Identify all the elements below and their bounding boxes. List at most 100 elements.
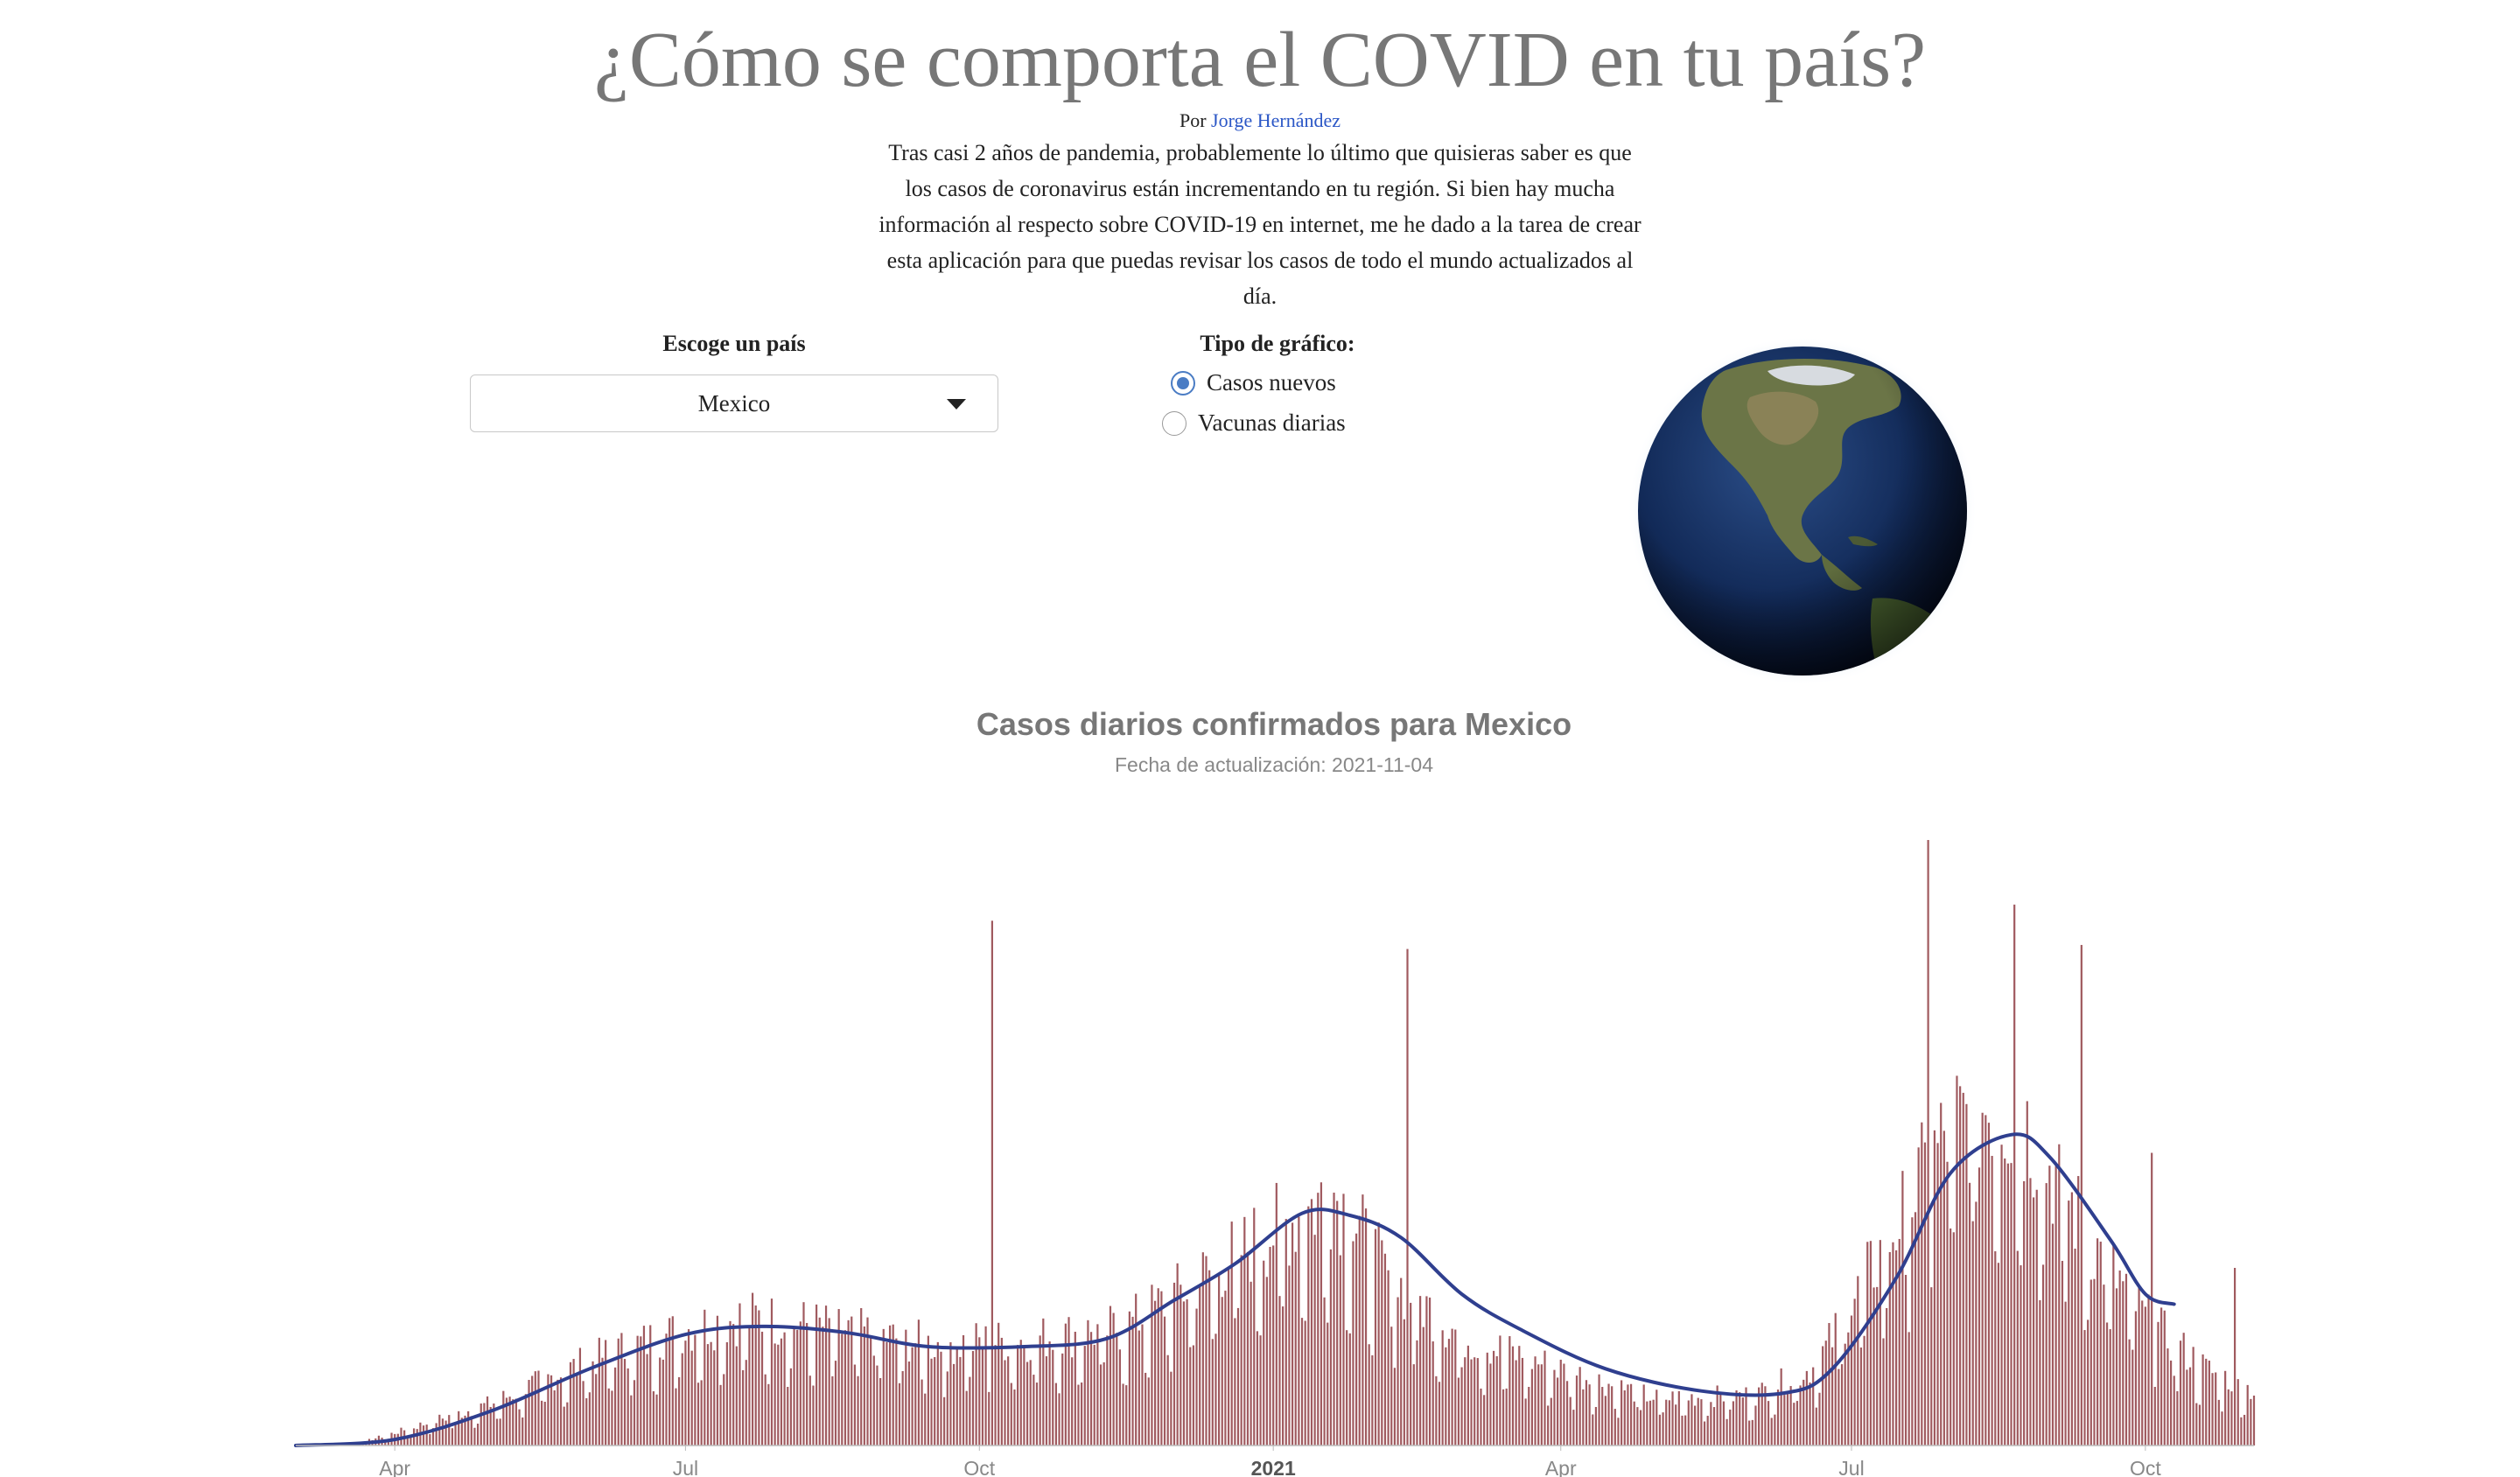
daily-cases-bar (1853, 1298, 1856, 1446)
daily-cases-bar (767, 1383, 770, 1446)
page-title: ¿Cómo se comporta el COVID en tu país? (593, 17, 1927, 103)
daily-cases-bar (1336, 1200, 1339, 1446)
daily-cases-bar (1013, 1389, 1016, 1446)
daily-cases-bar (1540, 1364, 1543, 1446)
daily-cases-bar (1629, 1383, 1633, 1446)
daily-cases-bar (917, 1320, 920, 1446)
daily-cases-bar (626, 1368, 629, 1446)
daily-cases-bar (1604, 1396, 1606, 1446)
daily-cases-bar (642, 1326, 646, 1446)
daily-cases-bar (1971, 1221, 1974, 1446)
daily-cases-bar (1307, 1206, 1310, 1446)
daily-cases-bar (1923, 1142, 1927, 1446)
daily-cases-bar (1364, 1208, 1368, 1446)
daily-cases-bar (1153, 1300, 1157, 1446)
daily-cases-bar (1866, 1242, 1869, 1446)
daily-cases-bar (876, 1365, 878, 1446)
daily-cases-bar (1109, 1306, 1112, 1446)
daily-cases-bar (1045, 1356, 1048, 1446)
daily-cases-bar (1102, 1362, 1105, 1446)
daily-cases-bar (553, 1390, 556, 1446)
daily-cases-bar (1780, 1368, 1782, 1446)
daily-cases-bar (522, 1417, 524, 1446)
daily-cases-bar (607, 1388, 610, 1446)
daily-cases-bar (2039, 1299, 2041, 1446)
daily-cases-bar (802, 1302, 805, 1446)
daily-cases-bar (1004, 1360, 1006, 1446)
daily-cases-bar (2144, 1306, 2146, 1446)
daily-cases-bar (793, 1326, 795, 1446)
daily-cases-bar (764, 1374, 766, 1446)
daily-cases-bar (2202, 1354, 2204, 1446)
radio-vacunas-diarias-label: Vacunas diarias (1198, 410, 1346, 436)
daily-cases-bar (2252, 1395, 2256, 1446)
daily-cases-bar (1789, 1386, 1792, 1446)
daily-cases-bar (962, 1334, 965, 1446)
daily-cases-bar (1646, 1401, 1648, 1446)
daily-cases-bar (2058, 1144, 2061, 1446)
daily-cases-bar (2016, 1250, 2019, 1446)
radio-casos-nuevos[interactable]: Casos nuevos (1171, 369, 1336, 396)
daily-cases-bar (1984, 1115, 1987, 1446)
daily-cases-bar (1892, 1242, 1894, 1446)
daily-cases-bar (1838, 1368, 1840, 1446)
daily-cases-bar (1722, 1401, 1726, 1446)
daily-cases-bar (853, 1364, 857, 1446)
daily-cases-bar (949, 1342, 952, 1446)
daily-cases-bar (2224, 1370, 2227, 1446)
daily-cases-bar (1828, 1323, 1830, 1446)
daily-cases-bar (729, 1320, 732, 1446)
ticks-layer: Apr Jul Oct 2021 Apr Jul Oct (379, 1446, 2161, 1477)
daily-cases-bar (1627, 1384, 1629, 1446)
daily-cases-bar (1275, 1182, 1278, 1446)
daily-cases-bar (2182, 1333, 2185, 1446)
daily-cases-bar (2070, 1192, 2073, 1446)
daily-cases-bar (454, 1424, 457, 1446)
daily-cases-bar (1128, 1311, 1130, 1446)
author-link[interactable]: Jorge Hernández (1211, 109, 1340, 131)
country-select[interactable]: Mexico (470, 374, 998, 432)
daily-cases-bar (1400, 1278, 1403, 1446)
radio-vacunas-diarias[interactable]: Vacunas diarias (1162, 410, 1346, 437)
daily-cases-bar (1611, 1386, 1614, 1446)
daily-cases-bar (1739, 1392, 1741, 1446)
daily-cases-bar (1438, 1382, 1441, 1446)
daily-cases-bar (1760, 1382, 1763, 1446)
daily-cases-bar (1940, 1102, 1942, 1446)
daily-cases-bar (1170, 1371, 1172, 1446)
daily-cases-bar (531, 1376, 534, 1446)
daily-cases-bar (1058, 1393, 1060, 1446)
chart-subtitle: Fecha de actualización: 2021-11-04 (1115, 753, 1433, 776)
radio-unselected-icon[interactable] (1162, 410, 1186, 436)
daily-cases-bar (1278, 1296, 1281, 1446)
daily-cases-bar (1358, 1215, 1361, 1446)
daily-cases-bar (1652, 1399, 1655, 1446)
daily-cases-bar (2074, 1249, 2076, 1446)
radio-selected-icon[interactable] (1171, 370, 1195, 396)
daily-cases-bar (799, 1321, 802, 1446)
daily-cases-bar (956, 1348, 958, 1446)
daily-cases-bar (2032, 1197, 2035, 1446)
daily-cases-bar (1195, 1308, 1198, 1446)
daily-cases-bar (1901, 1171, 1904, 1446)
x-tick-label: Jul (1838, 1457, 1864, 1477)
daily-cases-bar (528, 1380, 530, 1446)
daily-cases-bar (537, 1370, 540, 1446)
daily-cases-bar (640, 1336, 642, 1446)
daily-cases-bar (1818, 1392, 1821, 1446)
daily-cases-bar (2160, 1307, 2163, 1446)
daily-cases-bar (2093, 1278, 2096, 1446)
daily-cases-bar (870, 1337, 872, 1446)
daily-cases-bar (2124, 1273, 2128, 1446)
daily-cases-bar (1879, 1240, 1881, 1446)
daily-cases-bar (984, 1326, 987, 1446)
daily-cases-bar (1544, 1350, 1546, 1446)
daily-cases-bar (1240, 1255, 1242, 1446)
daily-cases-bar (2169, 1360, 2173, 1446)
daily-cases-bar (1342, 1194, 1345, 1446)
daily-cases-bar (1189, 1347, 1192, 1446)
daily-cases-bar (1470, 1359, 1473, 1446)
daily-cases-bar (1010, 1382, 1012, 1446)
daily-cases-bar (1706, 1416, 1709, 1446)
daily-cases-bar (844, 1330, 847, 1446)
